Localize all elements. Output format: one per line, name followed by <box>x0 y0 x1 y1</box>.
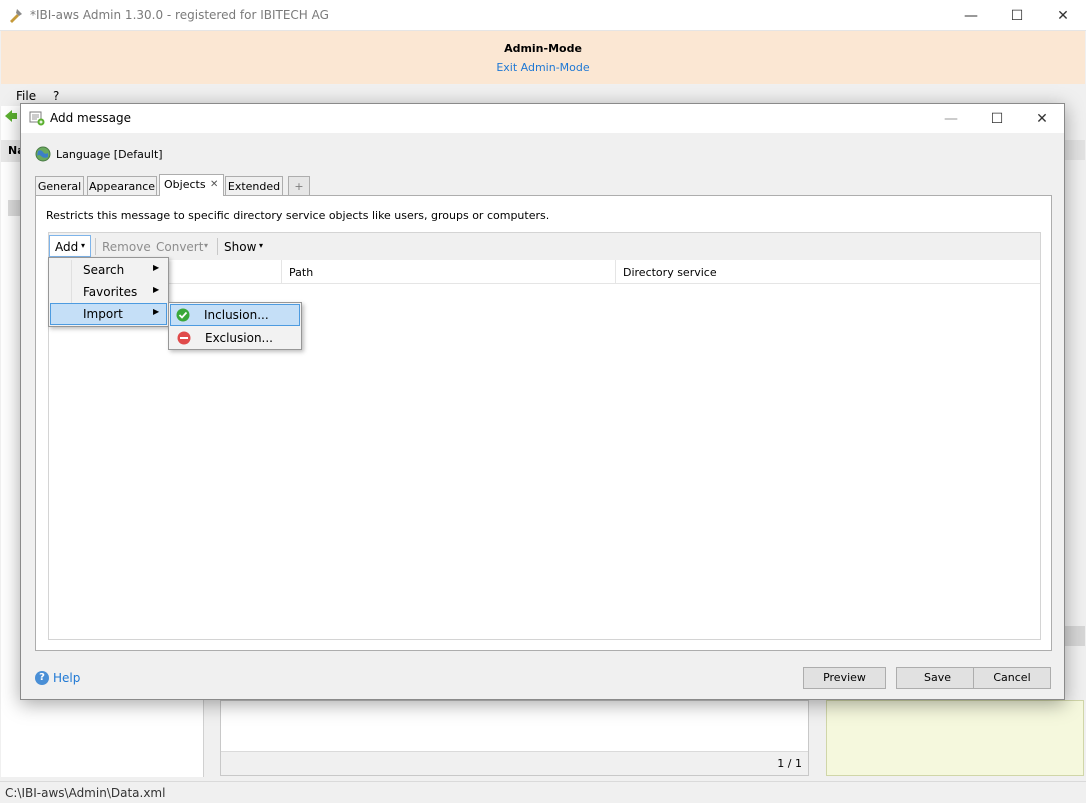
main-pager-bar: 1 / 1 <box>221 751 808 775</box>
main-right-panel-header <box>1065 140 1085 160</box>
back-arrow-icon[interactable] <box>4 109 18 123</box>
import-submenu: Inclusion... Exclusion... <box>168 302 302 350</box>
dialog-minimize-button[interactable]: — <box>928 104 974 133</box>
dialog-maximize-button[interactable]: ☐ <box>974 104 1020 133</box>
column-header-directory-service[interactable]: Directory service <box>615 260 1040 284</box>
main-window-titlebar: *IBI-aws Admin 1.30.0 - registered for I… <box>0 0 1086 31</box>
add-context-menu: Search ▶ Favorites ▶ Import ▶ <box>48 257 169 327</box>
main-content-list: 1 / 1 <box>220 700 809 776</box>
menu-item-favorites[interactable]: Favorites ▶ <box>51 281 166 303</box>
menu-item-exclusion-label: Exclusion... <box>205 331 273 345</box>
exit-admin-mode-link[interactable]: Exit Admin-Mode <box>1 61 1085 74</box>
dialog-titlebar: Add message — ☐ ✕ <box>21 104 1064 133</box>
tab-extended[interactable]: Extended <box>225 176 283 196</box>
show-button[interactable]: Show <box>224 240 256 254</box>
admin-mode-label: Admin-Mode <box>504 42 582 55</box>
objects-grid: Add ▾ Remove Convert ▾ Show ▾ Path Direc… <box>48 232 1041 640</box>
menu-file[interactable]: File <box>16 89 36 103</box>
remove-button[interactable]: Remove <box>102 240 151 254</box>
main-window-title: *IBI-aws Admin 1.30.0 - registered for I… <box>30 8 329 22</box>
add-dropdown-button[interactable]: Add ▾ <box>49 235 91 257</box>
add-message-dialog: Add message — ☐ ✕ Language [Default] Gen… <box>20 103 1065 700</box>
main-close-button[interactable]: ✕ <box>1040 0 1086 31</box>
globe-icon <box>35 146 51 162</box>
main-maximize-button[interactable]: ☐ <box>994 0 1040 31</box>
menu-item-search-label: Search <box>83 263 125 277</box>
column-header-path[interactable]: Path <box>281 260 615 284</box>
cancel-button[interactable]: Cancel <box>973 667 1051 689</box>
help-label: Help <box>53 671 81 685</box>
dialog-title: Add message <box>50 111 131 125</box>
tab-close-icon[interactable]: ✕ <box>210 179 218 190</box>
add-button-label: Add <box>55 240 79 254</box>
convert-button[interactable]: Convert <box>156 240 203 254</box>
app-icon <box>10 9 22 23</box>
menu-item-inclusion-label: Inclusion... <box>204 308 269 322</box>
menu-help[interactable]: ? <box>53 89 59 103</box>
menu-item-exclusion[interactable]: Exclusion... <box>171 327 299 349</box>
add-dropdown-icon: ▾ <box>81 241 86 250</box>
main-minimize-button[interactable]: — <box>948 0 994 31</box>
green-check-icon <box>176 308 190 322</box>
tab-objects-label: Objects <box>164 178 206 191</box>
convert-dropdown-icon: ▾ <box>204 241 209 250</box>
main-preview-panel <box>826 700 1084 776</box>
grid-header: Path Directory service <box>49 260 1040 284</box>
pager-label: 1 / 1 <box>777 757 802 770</box>
submenu-arrow-icon: ▶ <box>153 285 160 294</box>
objects-toolbar: Add ▾ Remove Convert ▾ Show ▾ <box>49 233 1040 260</box>
message-icon <box>29 111 45 126</box>
menu-item-import[interactable]: Import ▶ <box>50 303 167 325</box>
objects-tab-panel: Restricts this message to specific direc… <box>35 195 1052 651</box>
admin-mode-banner: Admin-Mode Exit Admin-Mode <box>1 31 1085 84</box>
tab-general[interactable]: General <box>35 176 84 196</box>
dialog-close-button[interactable]: ✕ <box>1019 104 1065 133</box>
red-minus-icon <box>177 331 191 345</box>
submenu-arrow-icon: ▶ <box>153 263 160 272</box>
menu-item-favorites-label: Favorites <box>83 285 138 299</box>
menu-item-inclusion[interactable]: Inclusion... <box>170 304 300 326</box>
objects-description: Restricts this message to specific direc… <box>46 209 550 222</box>
toolbar-separator <box>217 238 218 255</box>
show-dropdown-icon: ▾ <box>259 241 264 250</box>
main-tree-selection <box>8 200 20 216</box>
tab-appearance[interactable]: Appearance <box>87 176 157 196</box>
help-icon: ? <box>35 671 49 685</box>
add-tab-button[interactable]: + <box>288 176 310 196</box>
submenu-arrow-icon: ▶ <box>153 307 160 316</box>
status-file-path: C:\IBI-aws\Admin\Data.xml <box>5 786 166 800</box>
language-label: Language [Default] <box>56 148 163 161</box>
menu-item-import-label: Import <box>83 307 123 321</box>
tab-objects[interactable]: Objects ✕ <box>159 174 224 196</box>
preview-button[interactable]: Preview <box>803 667 886 689</box>
main-statusbar: C:\IBI-aws\Admin\Data.xml <box>0 781 1086 803</box>
save-button[interactable]: Save <box>896 667 979 689</box>
menu-item-search[interactable]: Search ▶ <box>51 259 166 281</box>
main-right-panel-header-lower <box>1065 626 1085 646</box>
toolbar-separator <box>95 238 96 255</box>
